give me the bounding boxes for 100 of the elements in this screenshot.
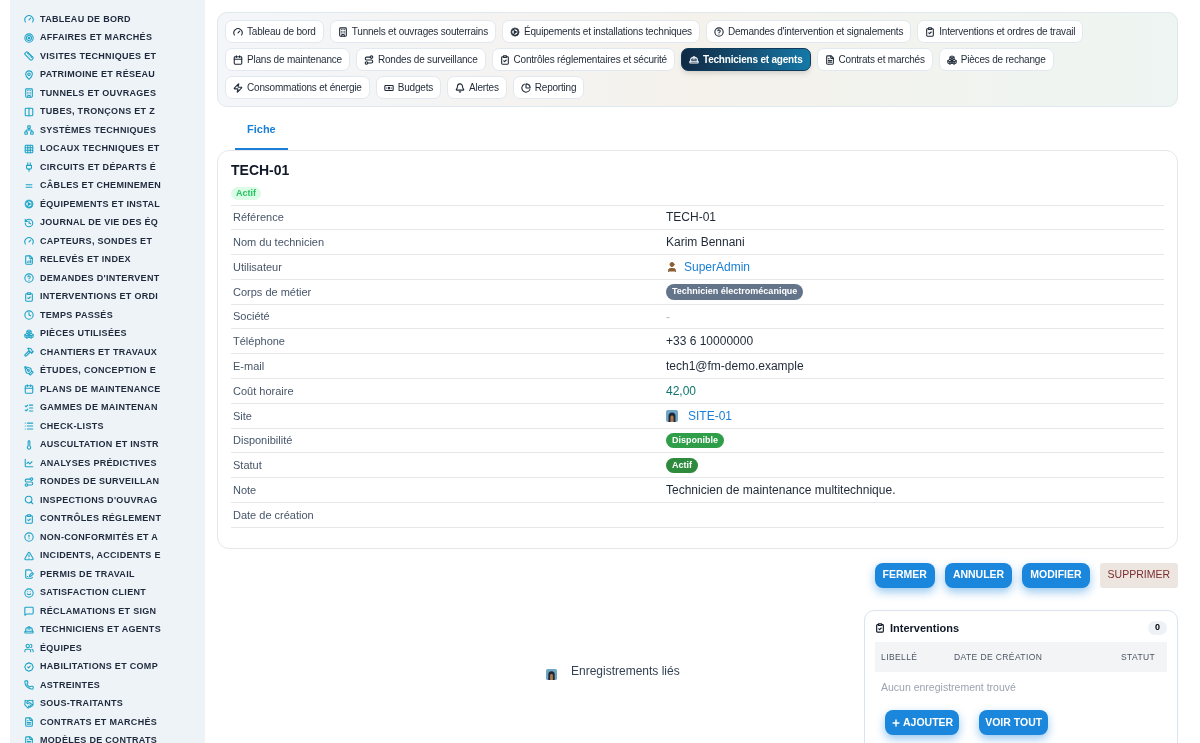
add-button[interactable]: AJOUTER bbox=[885, 710, 960, 736]
sidebar-item[interactable]: CIRCUITS ET DÉPARTS É bbox=[40, 160, 157, 174]
user-icon bbox=[666, 261, 678, 273]
sidebar-item[interactable]: CONTRÔLES RÉGLEMENT bbox=[40, 512, 162, 526]
module-tab[interactable]: Tableau de bord bbox=[225, 20, 324, 43]
module-tab[interactable]: Pièces de rechange bbox=[938, 48, 1054, 71]
sidebar-item[interactable]: ÉTUDES, CONCEPTION E bbox=[40, 364, 156, 378]
field-label: Site bbox=[232, 408, 253, 424]
tab-icon bbox=[455, 82, 465, 93]
user-link[interactable]: SuperAdmin bbox=[684, 258, 751, 276]
sidebar-item[interactable]: VISITES TECHNIQUES ET bbox=[40, 49, 157, 63]
sidebar-item[interactable]: MODÈLES DE CONTRATS bbox=[40, 734, 158, 743]
sidebar-item[interactable]: SOUS-TRAITANTS bbox=[40, 697, 124, 711]
sidebar-item[interactable]: SYSTÈMES TECHNIQUES bbox=[40, 123, 157, 137]
field-label: Nom du technicien bbox=[232, 234, 326, 250]
menu-icon bbox=[24, 513, 34, 524]
menu-icon bbox=[24, 347, 34, 358]
action-button[interactable]: ANNULER bbox=[944, 562, 1013, 588]
sidebar-item[interactable]: LOCAUX TECHNIQUES ET bbox=[40, 142, 160, 156]
clipboard-icon bbox=[875, 623, 885, 634]
menu-icon bbox=[24, 458, 34, 469]
sidebar-item[interactable]: INSPECTIONS D'OUVRAG bbox=[40, 493, 158, 507]
menu-icon bbox=[24, 680, 34, 691]
module-tab[interactable]: Contrôles réglementaires et sécurité bbox=[491, 48, 675, 71]
menu-icon bbox=[24, 606, 34, 617]
module-tab[interactable]: Équipements et installations techniques bbox=[502, 20, 700, 43]
menu-icon bbox=[24, 698, 34, 709]
module-tab[interactable]: Reporting bbox=[512, 76, 585, 99]
menu-icon bbox=[24, 162, 34, 173]
view-all-button[interactable]: VOIR TOUT bbox=[979, 710, 1049, 736]
sidebar-item[interactable]: TUBES, TRONÇONS ET Z bbox=[40, 105, 155, 119]
sidebar-item[interactable]: PLANS DE MAINTENANCE bbox=[40, 382, 161, 396]
sidebar-item[interactable]: SATISFACTION CLIENT bbox=[40, 586, 147, 600]
module-tab[interactable]: Interventions et ordres de travail bbox=[917, 20, 1084, 43]
sidebar-item[interactable]: RÉCLAMATIONS ET SIGN bbox=[40, 604, 157, 618]
sidebar-item[interactable]: INCIDENTS, ACCIDENTS E bbox=[40, 549, 161, 563]
sidebar-item[interactable]: ÉQUIPEMENTS ET INSTAL bbox=[40, 197, 161, 211]
menu-icon bbox=[24, 735, 34, 743]
sidebar-item[interactable]: TECHNICIENS ET AGENTS bbox=[40, 623, 161, 637]
module-tab[interactable]: Plans de maintenance bbox=[225, 48, 350, 71]
field-value: tech1@fm-demo.example bbox=[666, 358, 804, 376]
tab-icon bbox=[925, 26, 936, 37]
sidebar-item[interactable]: GAMMES DE MAINTENAN bbox=[40, 401, 158, 415]
tab-icon bbox=[383, 82, 394, 93]
view-tab[interactable]: Fiche bbox=[235, 121, 288, 150]
delete-button[interactable]: SUPPRIMER bbox=[1099, 562, 1178, 588]
field-value: Karim Bennani bbox=[666, 234, 745, 252]
sidebar-item[interactable]: TEMPS PASSÉS bbox=[40, 308, 113, 322]
sidebar-item[interactable]: CHECK-LISTS bbox=[40, 419, 104, 433]
tab-icon bbox=[520, 82, 531, 93]
status-badge: Actif bbox=[231, 186, 261, 200]
menu-icon bbox=[24, 587, 34, 598]
sidebar-item[interactable]: PIÈCES UTILISÉES bbox=[40, 327, 127, 341]
action-button[interactable]: MODIFIER bbox=[1022, 562, 1090, 588]
module-tab[interactable]: Alertes bbox=[447, 76, 507, 99]
menu-icon bbox=[24, 273, 34, 284]
action-button[interactable]: FERMER bbox=[874, 562, 935, 588]
sidebar-item[interactable]: RONDES DE SURVEILLAN bbox=[40, 475, 160, 489]
sidebar-item[interactable]: INTERVENTIONS ET ORDI bbox=[40, 290, 159, 304]
sidebar-item[interactable]: ANALYSES PRÉDICTIVES bbox=[40, 456, 157, 470]
module-tab[interactable]: Tunnels et ouvrages souterrains bbox=[329, 20, 497, 43]
menu-icon bbox=[24, 365, 34, 376]
sidebar-item[interactable]: AUSCULTATION ET INSTR bbox=[40, 438, 159, 452]
menu-icon bbox=[24, 217, 34, 228]
sidebar-item[interactable]: ASTREINTES bbox=[40, 678, 100, 692]
field-value: +33 6 10000000 bbox=[666, 333, 754, 351]
related-records-title: Enregistrements liés bbox=[571, 662, 680, 680]
field-label: E-mail bbox=[232, 358, 266, 374]
module-tab[interactable]: Budgets bbox=[375, 76, 441, 99]
menu-icon bbox=[24, 14, 34, 25]
sidebar-item[interactable]: TUNNELS ET OUVRAGES bbox=[40, 86, 157, 100]
sidebar-item[interactable]: PATRIMOINE ET RÉSEAU bbox=[40, 68, 156, 82]
sidebar-item[interactable]: CAPTEURS, SONDES ET bbox=[40, 234, 153, 248]
sidebar-item[interactable]: PERMIS DE TRAVAIL bbox=[40, 567, 135, 581]
sidebar-item[interactable]: CONTRATS ET MARCHÉS bbox=[40, 715, 158, 729]
site-link[interactable]: SITE-01 bbox=[688, 406, 732, 425]
sidebar-item[interactable]: JOURNAL DE VIE DES ÉQ bbox=[40, 216, 159, 230]
module-tab[interactable]: Rondes de surveillance bbox=[355, 48, 486, 71]
module-tab[interactable]: Demandes d'intervention et signalements bbox=[705, 20, 912, 43]
menu-icon bbox=[24, 236, 34, 247]
field-label: Date de création bbox=[232, 507, 315, 523]
sidebar-item[interactable]: CÂBLES ET CHEMINEMEN bbox=[40, 179, 161, 193]
column-header: LIBELLÉ bbox=[881, 651, 919, 664]
menu-icon bbox=[24, 51, 34, 62]
sidebar-item[interactable]: DEMANDES D'INTERVENT bbox=[40, 271, 160, 285]
sidebar-item[interactable]: AFFAIRES ET MARCHÉS bbox=[40, 31, 153, 45]
sidebar-item[interactable]: ÉQUIPES bbox=[40, 641, 83, 655]
menu-icon bbox=[24, 125, 34, 136]
menu-icon bbox=[24, 328, 34, 339]
sidebar-item[interactable]: HABILITATIONS ET COMP bbox=[40, 660, 158, 674]
menu-icon bbox=[24, 143, 34, 154]
sidebar-item[interactable]: TABLEAU DE BORD bbox=[40, 12, 131, 26]
menu-icon bbox=[24, 310, 34, 321]
sidebar-item[interactable]: CHANTIERS ET TRAVAUX bbox=[40, 345, 158, 359]
module-tab[interactable]: Contrats et marchés bbox=[816, 48, 933, 71]
module-tab[interactable]: Techniciens et agents bbox=[680, 48, 811, 71]
menu-icon bbox=[24, 569, 34, 580]
module-tab[interactable]: Consommations et énergie bbox=[225, 76, 370, 99]
sidebar-item[interactable]: NON-CONFORMITÉS ET A bbox=[40, 530, 159, 544]
sidebar-item[interactable]: RELEVÉS ET INDEX bbox=[40, 253, 131, 267]
